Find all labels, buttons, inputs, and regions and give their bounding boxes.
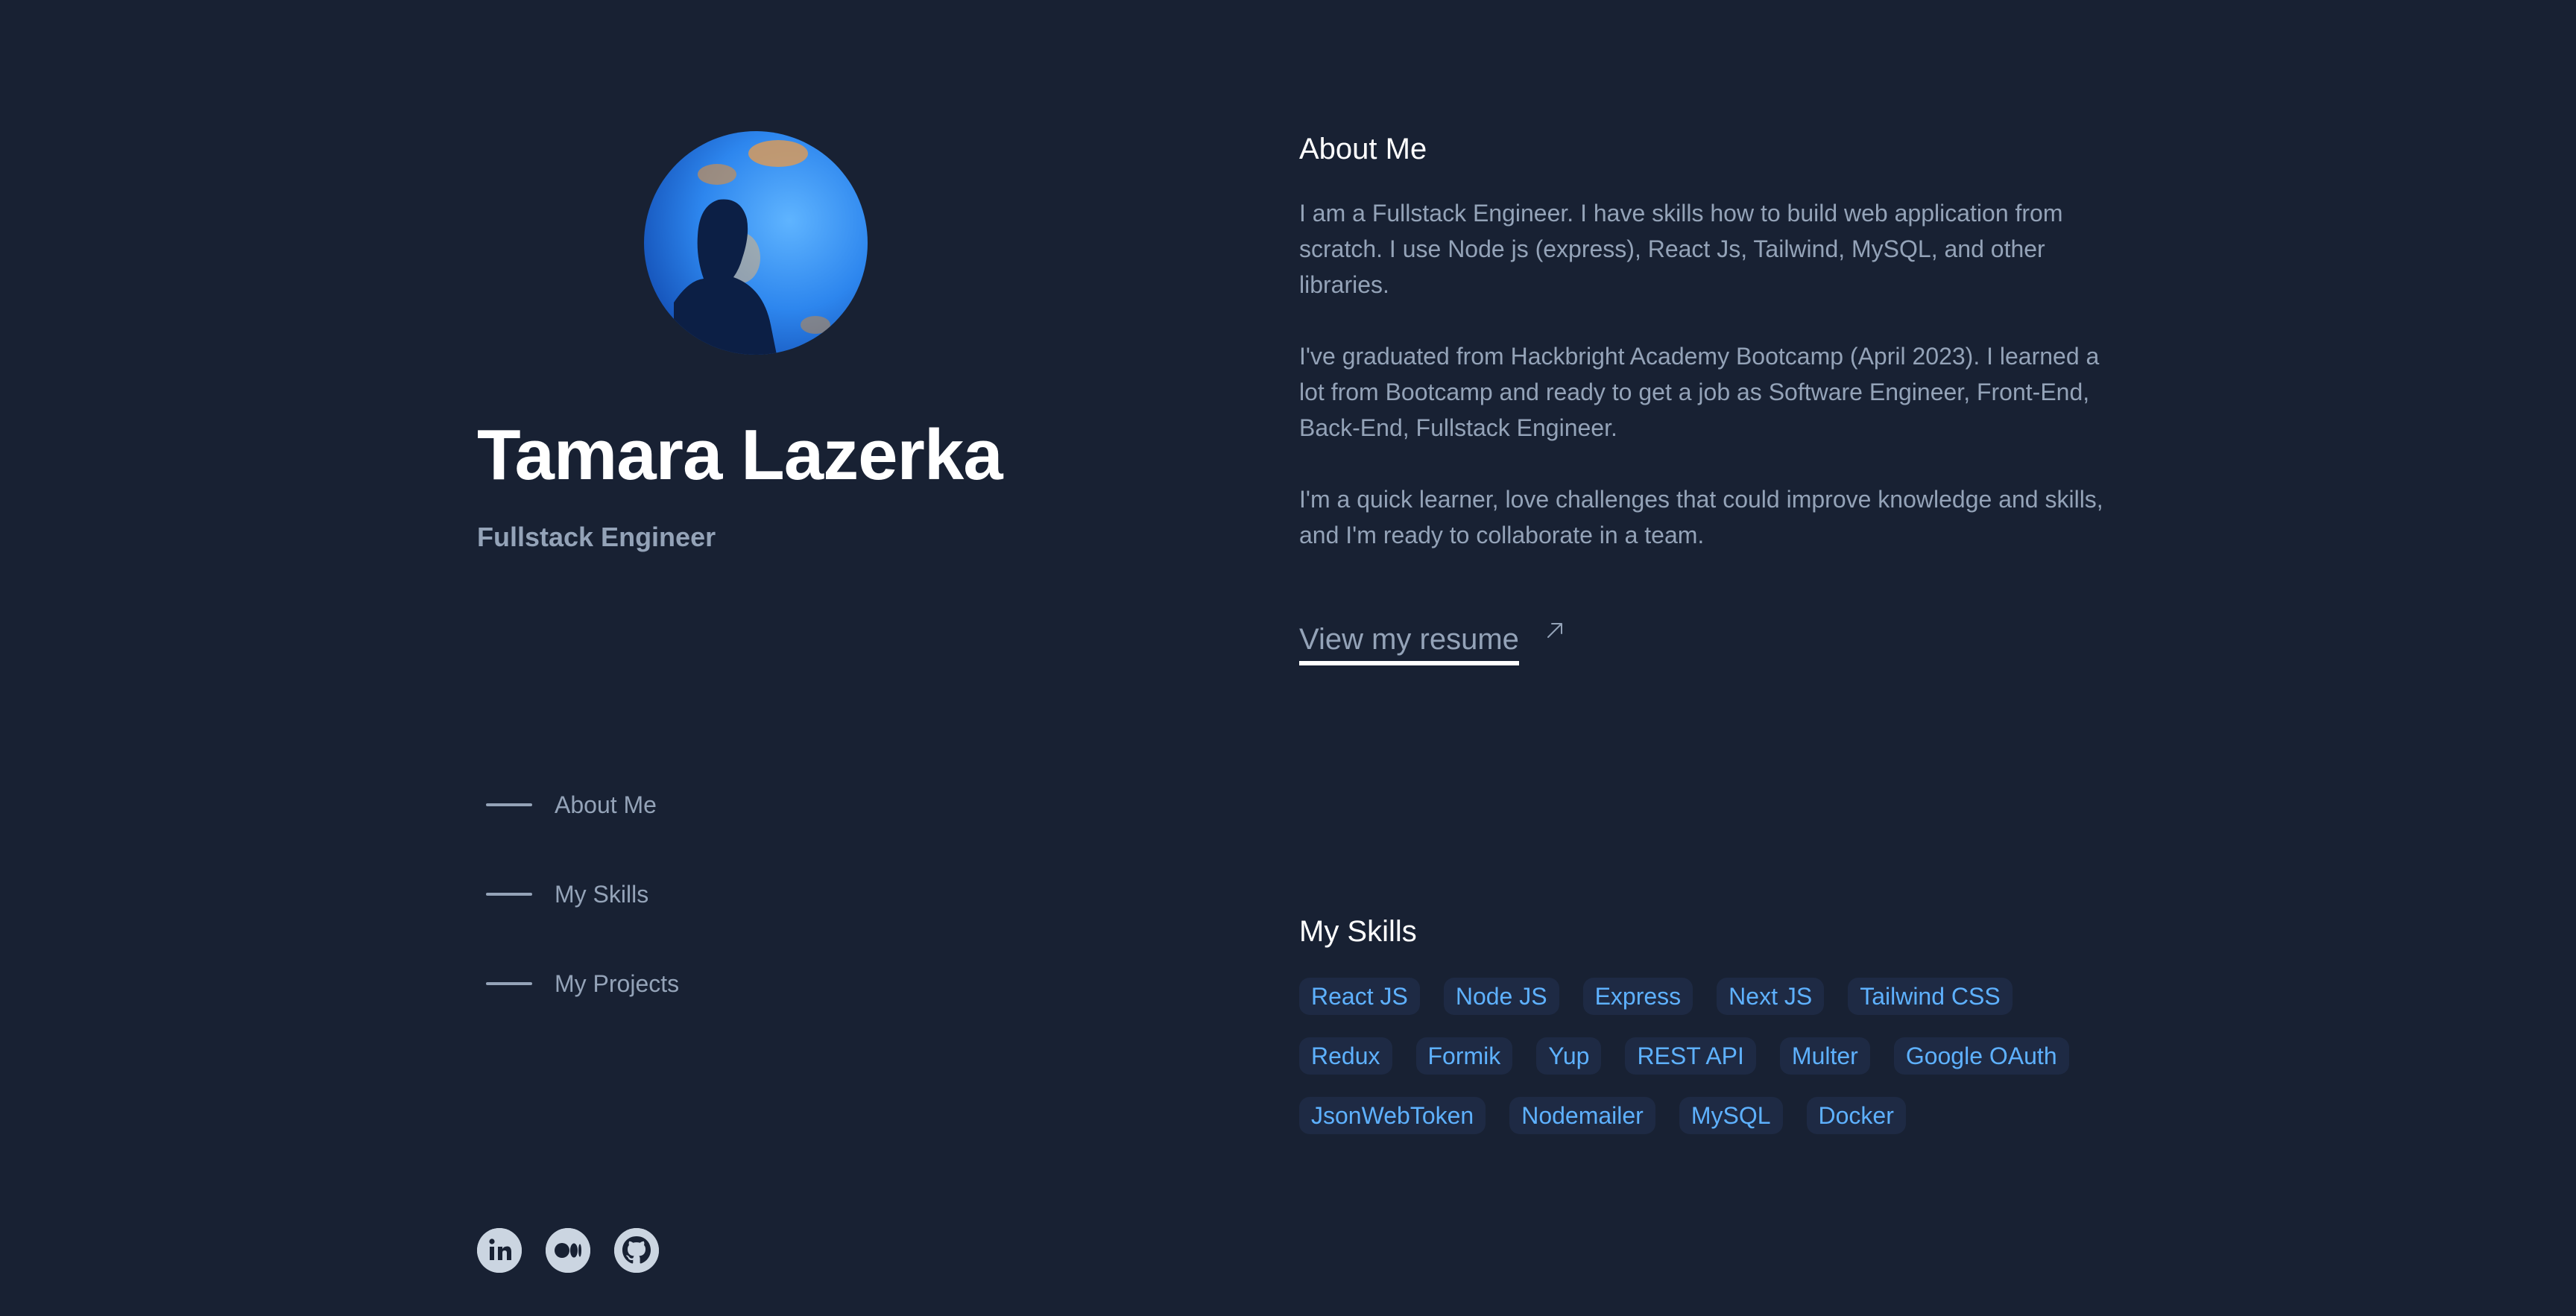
medium-link[interactable] [546,1228,590,1273]
github-icon [614,1228,659,1273]
view-resume-link[interactable]: View my resume [1299,623,1565,665]
linkedin-icon [477,1228,522,1273]
skill-chip: Docker [1806,1097,1906,1134]
nav-item-my-skills[interactable]: My Skills [486,873,679,915]
nav-item-about-me[interactable]: About Me [486,784,679,826]
nav-item-my-projects[interactable]: My Projects [486,963,679,1005]
nav-indicator [486,893,532,896]
github-link[interactable] [614,1228,659,1273]
arrow-up-right-icon [1544,620,1565,641]
portfolio-page: Tamara Lazerka Fullstack Engineer About … [0,0,2576,1316]
about-text: I am a Fullstack Engineer. I have skills… [1299,195,2112,589]
nav-item-label: My Projects [555,969,680,997]
skill-chip: React JS [1299,978,1420,1015]
skill-chip: REST API [1625,1037,1756,1075]
nav-item-label: My Skills [555,880,649,908]
skill-chip: Express [1582,978,1693,1015]
skill-chip: Next JS [1717,978,1825,1015]
profile-role: Fullstack Engineer [477,522,716,552]
avatar [644,131,868,355]
medium-icon [546,1228,590,1273]
about-heading: About Me [1299,133,1427,165]
skill-chip: Google OAuth [1893,1037,2069,1075]
skill-chip: Nodemailer [1509,1097,1655,1134]
about-paragraph: I'm a quick learner, love challenges tha… [1299,486,2103,548]
skill-chip: MySQL [1679,1097,1783,1134]
avatar-photo [674,140,830,355]
social-links [477,1228,659,1273]
skills-row: React JS Node JS Express Next JS Tailwin… [1299,978,2194,1015]
profile-name: Tamara Lazerka [477,415,1003,495]
skills-row: JsonWebToken Nodemailer MySQL Docker [1299,1097,2194,1134]
skills-row: Redux Formik Yup REST API Multer Google … [1299,1037,2194,1075]
skill-chip: Node JS [1443,978,1559,1015]
nav-indicator [486,982,532,985]
skill-chip: Redux [1299,1037,1392,1075]
about-paragraph: I am a Fullstack Engineer. I have skills… [1299,200,2063,298]
skill-chip: JsonWebToken [1299,1097,1486,1134]
resume-label: View my resume [1299,623,1519,665]
nav-item-label: About Me [555,791,657,818]
nav-indicator [486,803,532,806]
linkedin-link[interactable] [477,1228,522,1273]
skills-heading: My Skills [1299,915,1417,948]
about-paragraph: I've graduated from Hackbright Academy B… [1299,343,2100,441]
skill-chip: Tailwind CSS [1848,978,2012,1015]
section-nav: About Me My Skills My Projects [486,784,679,1052]
skill-chip: Formik [1415,1037,1513,1075]
skill-chip: Multer [1779,1037,1870,1075]
skill-chip: Yup [1536,1037,1602,1075]
skills-list: React JS Node JS Express Next JS Tailwin… [1299,978,2194,1157]
